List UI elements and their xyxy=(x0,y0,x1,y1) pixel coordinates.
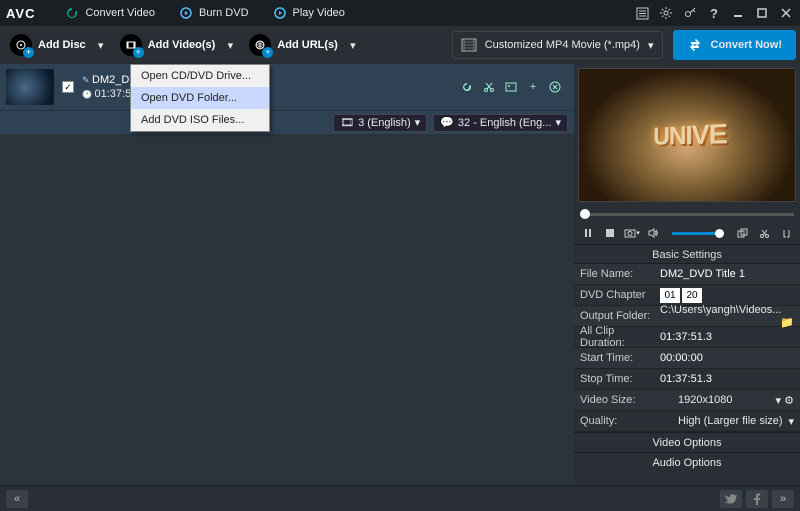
disc-icon xyxy=(179,6,193,20)
profile-label: Customized MP4 Movie (*.mp4) xyxy=(485,39,640,51)
dropdown-icon[interactable]: ▾ xyxy=(348,40,358,50)
disc-add-icon xyxy=(10,34,32,56)
cut-item-icon[interactable] xyxy=(482,80,496,94)
tab-label: Play Video xyxy=(293,7,345,19)
edit-item-icon[interactable] xyxy=(504,80,518,94)
filename-value[interactable]: DM2_DVD Title 1 xyxy=(660,268,794,280)
stop-time-value[interactable]: 01:37:51.3 xyxy=(660,373,794,385)
item-duration: 01:37:5 xyxy=(94,88,131,100)
output-profile-selector[interactable]: Customized MP4 Movie (*.mp4) ▾ xyxy=(452,31,663,59)
tab-burn-dvd[interactable]: Burn DVD xyxy=(167,0,261,26)
dropdown-icon: ▾ xyxy=(555,116,561,129)
item-track-row: 🎞 3 (English) ▾ 💬 32 - English (Eng... ▾ xyxy=(0,110,574,134)
track-label: 32 - English (Eng... xyxy=(458,117,552,129)
convert-icon xyxy=(687,37,703,53)
globe-add-icon xyxy=(249,34,271,56)
key-icon[interactable] xyxy=(682,5,698,21)
duration-value: 01:37:51.3 xyxy=(660,331,794,343)
collapse-left-button[interactable]: « xyxy=(6,490,28,508)
setting-row-quality: Quality:High (Larger file size)▾ xyxy=(574,411,800,432)
bracket-icon[interactable] xyxy=(778,225,794,241)
snapshot-button[interactable]: ▾ xyxy=(624,225,640,241)
tab-play-video[interactable]: Play Video xyxy=(261,0,357,26)
tab-convert-video[interactable]: Convert Video xyxy=(53,0,167,26)
trim-icon[interactable] xyxy=(756,225,772,241)
speech-icon: 💬 xyxy=(440,116,454,129)
button-label: Convert Now! xyxy=(711,39,783,51)
volume-icon[interactable] xyxy=(646,225,662,241)
setting-row-video-size: Video Size:1920x1080▾ ⚙ xyxy=(574,390,800,411)
dropdown-icon: ▾ xyxy=(415,116,421,129)
twitter-icon[interactable] xyxy=(720,490,742,508)
add-subitem-icon[interactable]: + xyxy=(526,80,540,94)
profile-icon xyxy=(461,38,477,52)
start-time-value[interactable]: 00:00:00 xyxy=(660,352,794,364)
minimize-button[interactable] xyxy=(730,5,746,21)
add-videos-button[interactable]: Add Video(s) ▾ xyxy=(114,30,242,60)
audio-options-toggle[interactable]: Audio Options xyxy=(574,452,800,472)
chapter-from-input[interactable]: 01 xyxy=(660,288,680,303)
seek-handle[interactable] xyxy=(580,209,590,219)
track-label: 3 (English) xyxy=(358,117,411,129)
play-icon xyxy=(273,6,287,20)
remove-item-icon[interactable] xyxy=(548,80,562,94)
detach-preview-icon[interactable] xyxy=(734,225,750,241)
convert-now-button[interactable]: Convert Now! xyxy=(673,30,797,60)
basic-settings-header: Basic Settings xyxy=(574,244,800,264)
tab-label: Convert Video xyxy=(85,7,155,19)
video-item[interactable]: ✓ ✎ DM2_DVD 🕐 01:37:5 + xyxy=(0,64,574,110)
button-label: Add URL(s) xyxy=(277,39,338,51)
video-preview: UNIVE xyxy=(578,68,796,202)
setting-row-filename: File Name:DM2_DVD Title 1 xyxy=(574,264,800,285)
audio-track-selector[interactable]: 💬 32 - English (Eng... ▾ xyxy=(433,114,568,132)
add-urls-button[interactable]: Add URL(s) ▾ xyxy=(243,30,364,60)
setting-row-stop: Stop Time:01:37:51.3 xyxy=(574,369,800,390)
video-options-toggle[interactable]: Video Options xyxy=(574,432,800,452)
tab-label: Burn DVD xyxy=(199,7,249,19)
dropdown-icon[interactable]: ▾ xyxy=(788,415,794,428)
setting-row-output: Output Folder:C:\Users\yangh\Videos... 📁 xyxy=(574,306,800,327)
video-thumbnail xyxy=(6,69,54,105)
menu-open-cd-dvd-drive[interactable]: Open CD/DVD Drive... xyxy=(131,65,269,87)
close-button[interactable] xyxy=(778,5,794,21)
setting-row-start: Start Time:00:00:00 xyxy=(574,348,800,369)
dropdown-icon[interactable]: ▾ xyxy=(225,40,235,50)
pause-button[interactable] xyxy=(580,225,596,241)
menu-open-dvd-folder[interactable]: Open DVD Folder... xyxy=(131,87,269,109)
video-track-selector[interactable]: 🎞 3 (English) ▾ xyxy=(333,114,427,132)
settings-icon[interactable] xyxy=(658,5,674,21)
browse-folder-icon[interactable]: 📁 xyxy=(780,316,794,329)
app-logo: AVC xyxy=(6,6,35,21)
expand-right-button[interactable]: » xyxy=(772,490,794,508)
add-videos-dropdown-menu: Open CD/DVD Drive... Open DVD Folder... … xyxy=(130,64,270,132)
film-add-icon xyxy=(120,34,142,56)
quality-value[interactable]: High (Larger file size) xyxy=(678,415,783,427)
size-settings-icon[interactable]: ⚙ xyxy=(784,395,794,407)
output-folder-value: C:\Users\yangh\Videos... xyxy=(660,304,781,316)
button-label: Add Disc xyxy=(38,39,86,51)
button-label: Add Video(s) xyxy=(148,39,216,51)
add-disc-button[interactable]: Add Disc ▾ xyxy=(4,30,112,60)
film-icon: 🎞 xyxy=(340,116,354,129)
item-checkbox[interactable]: ✓ xyxy=(62,81,74,93)
dropdown-icon[interactable]: ▾ xyxy=(96,40,106,50)
seek-bar[interactable] xyxy=(574,206,800,222)
maximize-button[interactable] xyxy=(754,5,770,21)
facebook-icon[interactable] xyxy=(746,490,768,508)
preview-frame-text: UNIVE xyxy=(653,117,726,151)
chapter-to-input[interactable]: 20 xyxy=(682,288,702,303)
file-list-panel: ✓ ✎ DM2_DVD 🕐 01:37:5 + 🎞 3 (English) ▾ xyxy=(0,64,574,511)
refresh-icon xyxy=(65,6,79,20)
video-size-value[interactable]: 1920x1080 xyxy=(678,394,732,406)
dropdown-icon: ▾ xyxy=(648,39,654,52)
help-icon[interactable]: ? xyxy=(706,5,722,21)
refresh-item-icon[interactable] xyxy=(460,80,474,94)
options-icon[interactable] xyxy=(634,5,650,21)
dropdown-icon[interactable]: ▾ xyxy=(776,395,782,407)
menu-add-dvd-iso[interactable]: Add DVD ISO Files... xyxy=(131,109,269,131)
volume-slider[interactable] xyxy=(672,232,724,235)
stop-button[interactable] xyxy=(602,225,618,241)
setting-row-duration: All Clip Duration:01:37:51.3 xyxy=(574,327,800,348)
preview-settings-panel: UNIVE ▾ Basic Settings File Name:DM2_DVD… xyxy=(574,64,800,511)
